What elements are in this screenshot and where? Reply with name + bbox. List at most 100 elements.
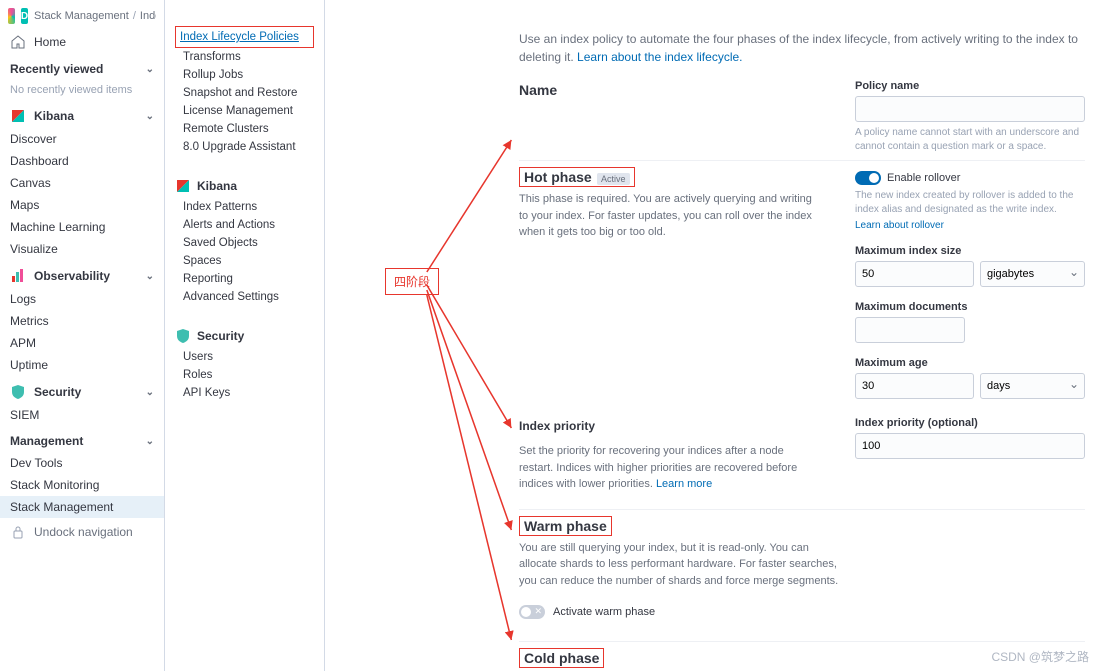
hot-phase-title: Hot phase [524,169,592,185]
priority-label: Index priority (optional) [855,417,1085,429]
nav-uptime[interactable]: Uptime [0,354,164,376]
warm-toggle-label: Activate warm phase [553,606,655,618]
highlight-box: Index Lifecycle Policies [175,26,314,48]
subnav-section-label: Security [197,329,244,343]
nav-section-label: Observability [34,269,110,283]
subnav-rollup[interactable]: Rollup Jobs [165,66,324,84]
nav-section-recent[interactable]: Recently viewed ⌄ [0,54,164,80]
undock-label: Undock navigation [34,525,133,539]
nav-section-label: Recently viewed [10,62,103,76]
priority-link[interactable]: Learn more [656,478,712,490]
chevron-down-icon: ⌄ [146,64,154,75]
active-badge: Active [597,173,630,185]
priority-input[interactable] [855,433,1085,459]
rollover-hint: The new index created by rollover is add… [855,189,1085,217]
rollover-switch[interactable] [855,171,881,185]
highlight-box: Hot phase Active [519,167,635,187]
subnav-roles[interactable]: Roles [165,366,324,384]
nav-stack-management[interactable]: Stack Management [0,496,164,518]
nav-apm[interactable]: APM [0,332,164,354]
nav-section-label: Kibana [34,109,74,123]
elastic-logo-icon [8,8,15,24]
subnav-index-patterns[interactable]: Index Patterns [165,198,324,216]
warm-switch[interactable]: ✕ [519,605,545,619]
policy-name-input[interactable] [855,96,1085,122]
max-size-unit-select[interactable]: gigabytes [980,261,1085,287]
nav-section-observability[interactable]: Observability ⌄ [0,260,164,288]
subnav-saved-objects[interactable]: Saved Objects [165,234,324,252]
nav-home[interactable]: Home [0,30,164,54]
nav-siem[interactable]: SIEM [0,404,164,426]
max-docs-label: Maximum documents [855,301,1085,313]
observability-icon [10,268,26,284]
subnav-security-header: Security [165,324,324,348]
nav-ml[interactable]: Machine Learning [0,216,164,238]
subnav-alerts[interactable]: Alerts and Actions [165,216,324,234]
max-size-input[interactable] [855,261,974,287]
subnav-remote[interactable]: Remote Clusters [165,120,324,138]
nav-devtools[interactable]: Dev Tools [0,452,164,474]
nav-section-label: Management [10,434,83,448]
rollover-link[interactable]: Learn about rollover [855,220,944,231]
primary-nav: D Stack Management/Index patterns/Create… [0,0,165,671]
security-shield-icon [175,328,191,344]
nav-canvas[interactable]: Canvas [0,172,164,194]
subnav-apikeys[interactable]: API Keys [165,384,324,402]
subnav-upgrade[interactable]: 8.0 Upgrade Assistant [165,138,324,156]
subnav-spaces[interactable]: Spaces [165,252,324,270]
management-subnav: Index Lifecycle Policies Transforms Roll… [165,0,325,671]
kibana-icon [175,178,191,194]
nav-metrics[interactable]: Metrics [0,310,164,332]
breadcrumb-b[interactable]: Index patterns [140,10,156,22]
policy-name-hint: A policy name cannot start with an under… [855,126,1085,154]
max-age-input[interactable] [855,373,974,399]
nav-discover[interactable]: Discover [0,128,164,150]
nav-section-kibana[interactable]: Kibana ⌄ [0,100,164,128]
priority-desc: Set the priority for recovering your ind… [519,439,819,503]
chevron-down-icon: ⌄ [146,387,154,398]
rollover-label: Enable rollover [887,172,960,184]
warm-phase-title: Warm phase [524,518,607,534]
subnav-ilm[interactable]: Index Lifecycle Policies [180,28,309,46]
lock-icon [10,524,26,540]
space-avatar[interactable]: D [21,8,28,24]
warm-phase-desc: You are still querying your index, but i… [519,536,839,600]
chevron-down-icon: ⌄ [146,111,154,122]
kibana-icon [10,108,26,124]
undock-navigation[interactable]: Undock navigation [0,518,164,546]
subnav-transforms[interactable]: Transforms [165,48,324,66]
breadcrumb: Stack Management/Index patterns/Create i… [34,10,156,22]
max-docs-input[interactable] [855,317,965,343]
highlight-box: Warm phase [519,516,612,536]
priority-title: Index priority [519,413,825,439]
nav-logs[interactable]: Logs [0,288,164,310]
nav-section-label: Security [34,385,81,399]
nav-header: D Stack Management/Index patterns/Create… [0,6,164,30]
page-description: Use an index policy to automate the four… [519,0,1085,76]
chevron-down-icon: ⌄ [146,436,154,447]
nav-stack-monitoring[interactable]: Stack Monitoring [0,474,164,496]
subnav-reporting[interactable]: Reporting [165,270,324,288]
subnav-section-label: Kibana [197,179,237,193]
nav-maps[interactable]: Maps [0,194,164,216]
breadcrumb-a[interactable]: Stack Management [34,10,129,22]
subnav-snapshot[interactable]: Snapshot and Restore [165,84,324,102]
policy-name-label: Policy name [855,80,1085,92]
learn-lifecycle-link[interactable]: Learn about the index lifecycle. [577,50,742,64]
subnav-license[interactable]: License Management [165,102,324,120]
subnav-users[interactable]: Users [165,348,324,366]
nav-section-security[interactable]: Security ⌄ [0,376,164,404]
security-shield-icon [10,384,26,400]
subnav-advanced[interactable]: Advanced Settings [165,288,324,306]
watermark: CSDN @筑梦之路 [991,648,1089,665]
nav-visualize[interactable]: Visualize [0,238,164,260]
main-content: Use an index policy to automate the four… [325,0,1099,671]
max-size-label: Maximum index size [855,245,1085,257]
nav-home-label: Home [34,35,66,49]
cold-phase-title: Cold phase [524,650,599,666]
nav-section-management[interactable]: Management ⌄ [0,426,164,452]
nav-dashboard[interactable]: Dashboard [0,150,164,172]
recent-empty: No recently viewed items [0,80,164,100]
max-age-unit-select[interactable]: days [980,373,1085,399]
max-age-label: Maximum age [855,357,1085,369]
